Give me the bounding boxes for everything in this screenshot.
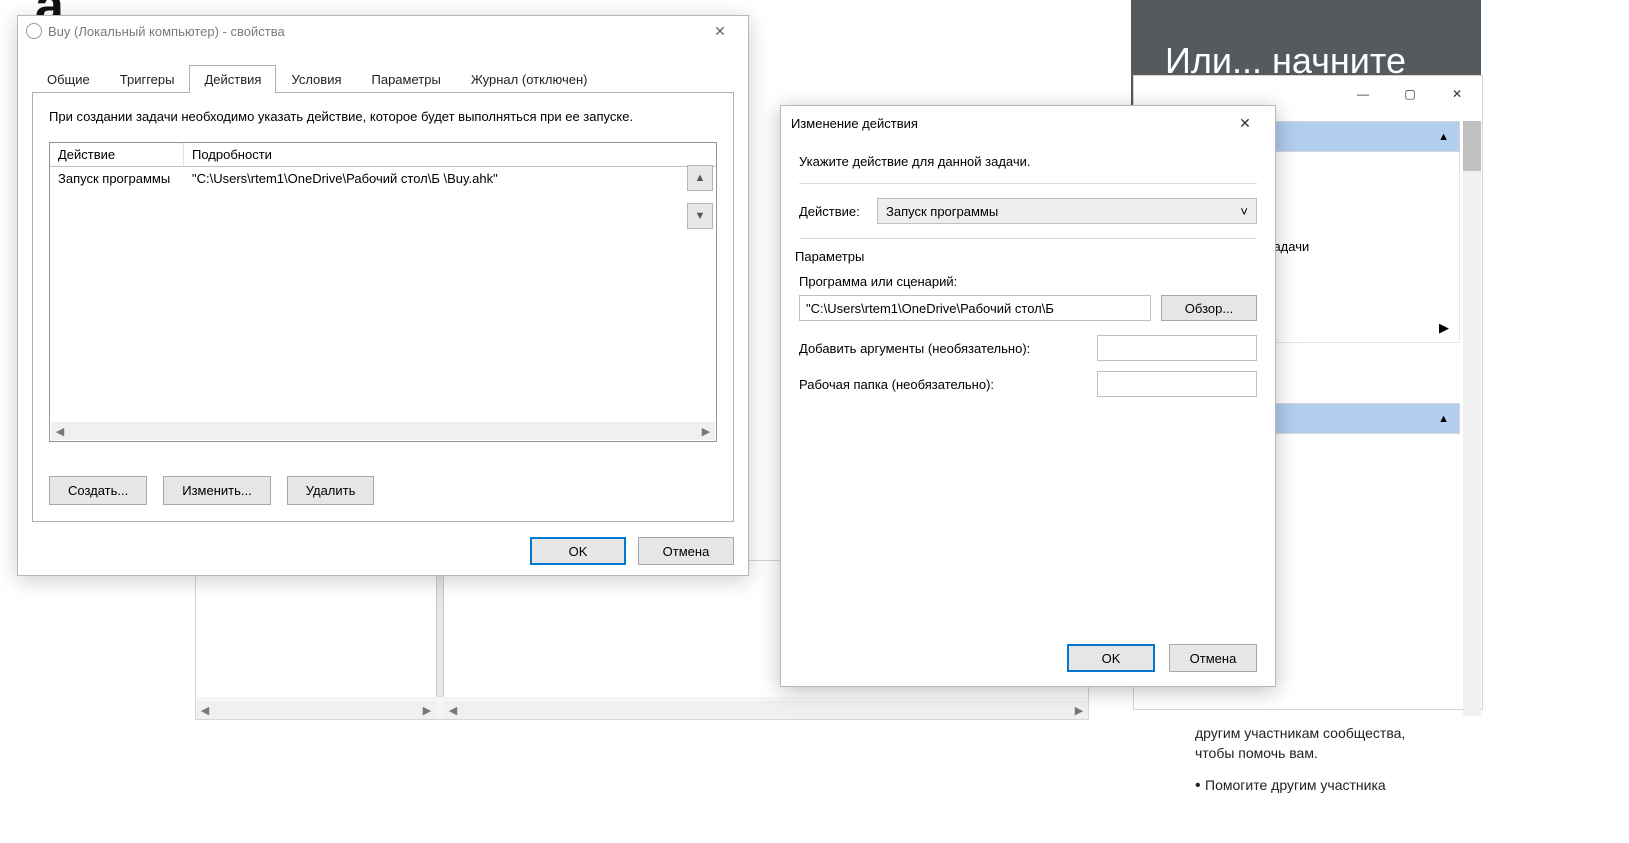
arguments-input[interactable]: [1097, 335, 1257, 361]
edit-action-dialog: Изменение действия ✕ Укажите действие дл…: [780, 105, 1276, 687]
dialog2-title: Изменение действия: [791, 116, 918, 131]
community-line2: чтобы помочь вам.: [1195, 745, 1475, 761]
tab-actions[interactable]: Действия: [189, 65, 276, 93]
splitter[interactable]: [436, 561, 444, 697]
cell-action: Запуск программы: [50, 167, 184, 190]
dialog2-titlebar: Изменение действия ✕: [781, 106, 1275, 140]
community-bullet: Помогите другим участника: [1195, 777, 1475, 795]
maximize-icon[interactable]: ▢: [1387, 79, 1433, 109]
actions-table-header: Действие Подробности: [50, 143, 716, 167]
startdir-label: Рабочая папка (необязательно):: [799, 377, 994, 392]
actions-table[interactable]: Действие Подробности Запуск программы "C…: [49, 142, 717, 442]
action-label: Действие:: [799, 204, 869, 219]
move-up-button[interactable]: ▲: [687, 165, 713, 191]
ok-button[interactable]: OK: [530, 537, 626, 565]
tab-triggers[interactable]: Триггеры: [105, 65, 190, 93]
crud-buttons: Создать... Изменить... Удалить: [49, 476, 374, 505]
edit-button[interactable]: Изменить...: [163, 476, 270, 505]
action-select[interactable]: Запуск программы ˅: [877, 198, 1257, 224]
dialog2-hint: Укажите действие для данной задачи.: [799, 154, 1257, 184]
reorder-buttons: ▲ ▼: [687, 165, 713, 229]
move-down-button[interactable]: ▼: [687, 203, 713, 229]
program-input[interactable]: [799, 295, 1151, 321]
cancel-button[interactable]: Отмена: [1169, 644, 1257, 672]
scroll-right-icon[interactable]: ▶: [699, 425, 713, 438]
scroll-right-icon[interactable]: ▶: [420, 704, 434, 717]
scrollbar-horizontal[interactable]: ◀ ▶: [196, 701, 436, 719]
scroll-left-icon[interactable]: ◀: [446, 704, 460, 717]
dialog2-footer: OK Отмена: [1067, 644, 1257, 672]
close-icon[interactable]: ✕: [1434, 79, 1480, 109]
scroll-left-icon[interactable]: ◀: [198, 704, 212, 717]
community-line1: другим участникам сообщества,: [1195, 725, 1475, 741]
delete-button[interactable]: Удалить: [287, 476, 375, 505]
tab-conditions[interactable]: Условия: [276, 65, 356, 93]
dialog1-tabs: Общие Триггеры Действия Условия Параметр…: [18, 64, 748, 92]
arguments-label: Добавить аргументы (необязательно):: [799, 341, 1030, 356]
group-label: Параметры: [795, 249, 1257, 264]
clock-icon: [26, 23, 42, 39]
scrollbar-horizontal[interactable]: ◀ ▶: [444, 701, 1088, 719]
close-icon[interactable]: ✕: [1225, 115, 1265, 132]
scheduler-scrollbar[interactable]: [1463, 121, 1481, 716]
col-details[interactable]: Подробности: [184, 143, 716, 166]
community-text: другим участникам сообщества, чтобы помо…: [1195, 725, 1475, 795]
action-select-value: Запуск программы: [886, 204, 998, 219]
browse-button[interactable]: Обзор...: [1161, 295, 1257, 321]
tab-history[interactable]: Журнал (отключен): [456, 65, 603, 93]
tab-settings[interactable]: Параметры: [357, 65, 456, 93]
table-scrollbar[interactable]: ◀ ▶: [51, 422, 715, 440]
tab-general[interactable]: Общие: [32, 65, 105, 93]
minimize-icon[interactable]: —: [1340, 79, 1386, 109]
task-properties-dialog: Buy (Локальный компьютер) - свойства ✕ О…: [17, 15, 749, 576]
close-icon[interactable]: ✕: [700, 23, 740, 40]
dialog1-instruction: При создании задачи необходимо указать д…: [49, 109, 717, 124]
scroll-left-icon[interactable]: ◀: [53, 425, 67, 438]
cell-details: "C:\Users\rtem1\OneDrive\Рабочий стол\Б …: [184, 167, 716, 190]
scroll-right-icon[interactable]: ▶: [1072, 704, 1086, 717]
col-action[interactable]: Действие: [50, 143, 184, 166]
create-button[interactable]: Создать...: [49, 476, 147, 505]
collapse-icon: ▲: [1438, 413, 1449, 425]
dialog1-footer: OK Отмена: [530, 537, 734, 565]
dialog1-title: Buy (Локальный компьютер) - свойства: [48, 24, 285, 39]
program-label: Программа или сценарий:: [799, 274, 957, 289]
startdir-input[interactable]: [1097, 371, 1257, 397]
collapse-icon: ▲: [1438, 131, 1449, 143]
table-row[interactable]: Запуск программы "C:\Users\rtem1\OneDriv…: [50, 167, 716, 190]
cancel-button[interactable]: Отмена: [638, 537, 734, 565]
chevron-down-icon: ˅: [1240, 204, 1248, 219]
dialog1-tabpanel: При создании задачи необходимо указать д…: [32, 92, 734, 522]
ok-button[interactable]: OK: [1067, 644, 1155, 672]
dialog1-titlebar: Buy (Локальный компьютер) - свойства ✕: [18, 16, 748, 46]
